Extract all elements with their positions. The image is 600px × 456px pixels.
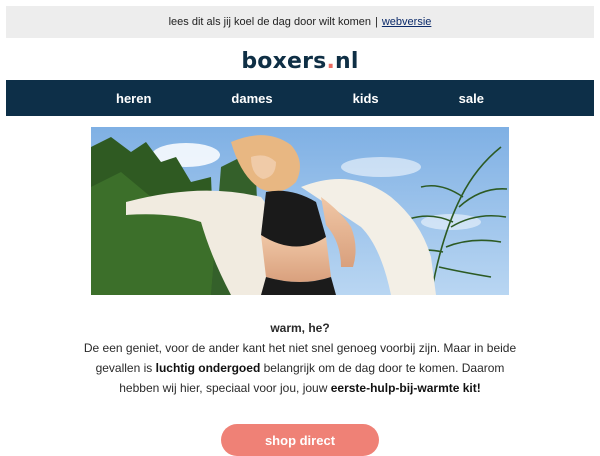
nav-item-dames[interactable]: dames: [231, 91, 272, 106]
webversie-link[interactable]: webversie: [382, 16, 432, 28]
logo-dot: .: [326, 48, 336, 74]
shop-direct-button[interactable]: shop direct: [221, 424, 379, 456]
logo-tld: nl: [335, 48, 359, 74]
logo-main: boxers: [241, 48, 327, 74]
main-nav: heren dames kids sale: [6, 80, 594, 116]
nav-item-sale[interactable]: sale: [459, 91, 484, 106]
nav-item-heren[interactable]: heren: [116, 91, 151, 106]
preheader-separator: |: [375, 16, 378, 28]
copy-paragraph: De een geniet, voor de ander kant het ni…: [80, 338, 520, 398]
copy-headline: warm, he?: [270, 321, 330, 335]
nav-item-kids[interactable]: kids: [353, 91, 379, 106]
hero-image[interactable]: [91, 127, 509, 295]
preheader-bar: lees dit als jij koel de dag door wilt k…: [6, 6, 594, 38]
copy-bold-1: luchtig ondergoed: [155, 361, 261, 375]
boxers-logo[interactable]: boxers. nl: [0, 44, 600, 78]
preheader-text: lees dit als jij koel de dag door wilt k…: [168, 16, 371, 28]
intro-copy: warm, he? De een geniet, voor de ander k…: [80, 318, 520, 398]
hero-photo: [91, 127, 509, 295]
copy-bold-2: eerste-hulp-bij-warmte kit!: [330, 381, 481, 395]
